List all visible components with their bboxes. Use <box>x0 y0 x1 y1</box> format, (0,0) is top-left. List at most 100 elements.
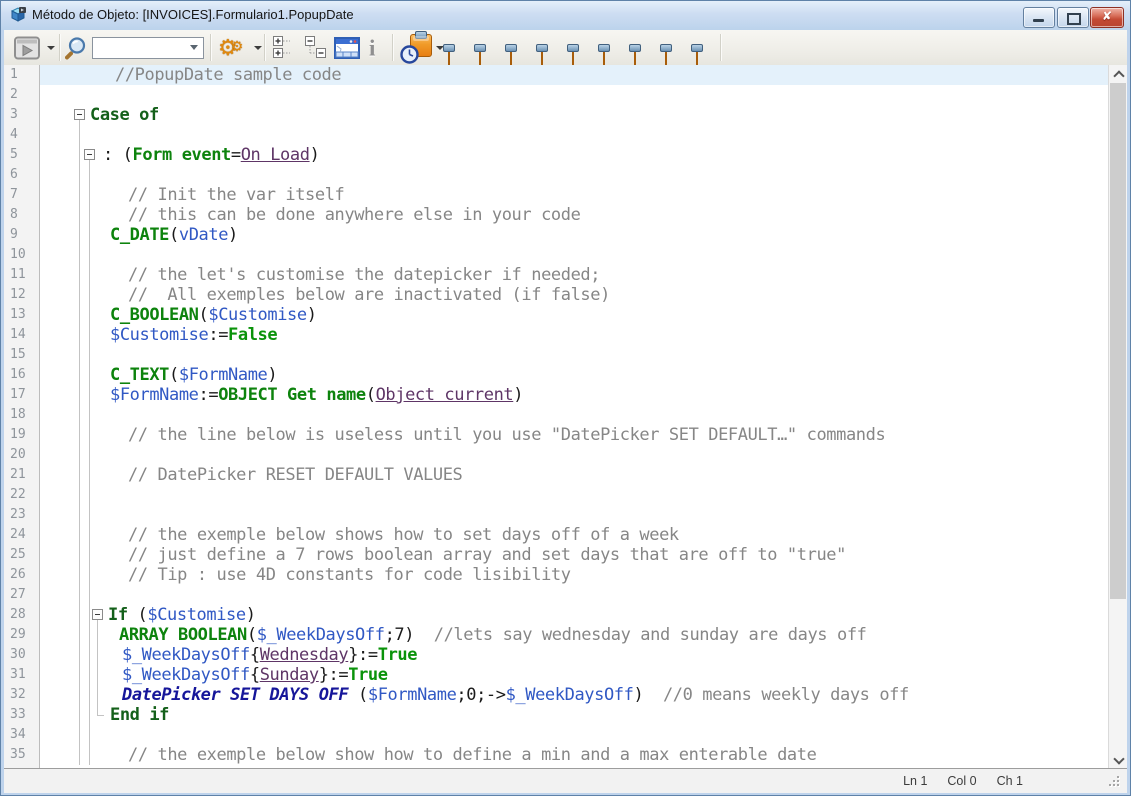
line-number: 32 <box>4 685 39 705</box>
scroll-down-button[interactable] <box>1110 751 1126 768</box>
code-line[interactable]: C_BOOLEAN($Customise) <box>40 305 1109 325</box>
code-line[interactable] <box>40 485 1109 505</box>
line-number: 28 <box>4 605 39 625</box>
code-editor[interactable]: 1234567891011121314151617181920212223242… <box>4 65 1127 768</box>
code-line[interactable] <box>40 245 1109 265</box>
line-number: 18 <box>4 405 39 425</box>
code-line[interactable]: $_WeekDaysOff{Sunday}:=True <box>40 665 1109 685</box>
macros-button[interactable]: ⚙⚙ <box>218 37 243 59</box>
clipboard-clock-button[interactable] <box>400 34 432 62</box>
scrollbar-thumb[interactable] <box>1110 83 1126 599</box>
code-line[interactable]: DatePicker SET DAYS OFF ($FormName;0;->$… <box>40 685 1109 705</box>
clipboard-slot-6[interactable] <box>603 47 605 66</box>
code-line[interactable] <box>40 405 1109 425</box>
code-line[interactable] <box>40 125 1109 145</box>
code-line[interactable] <box>40 85 1109 105</box>
title-bar[interactable]: Método de Objeto: [INVOICES].Formulario1… <box>0 0 1131 30</box>
line-number: 24 <box>4 525 39 545</box>
code-line[interactable]: // this can be done anywhere else in you… <box>40 205 1109 225</box>
code-line[interactable]: // DatePicker RESET DEFAULT VALUES <box>40 465 1109 485</box>
code-line[interactable]: If ($Customise) <box>40 605 1109 625</box>
code-line[interactable]: // just define a 7 rows boolean array an… <box>40 545 1109 565</box>
fold-toggle[interactable] <box>74 109 85 120</box>
code-line[interactable]: // All exemples below are inactivated (i… <box>40 285 1109 305</box>
code-line[interactable] <box>40 585 1109 605</box>
expand-all-button[interactable] <box>272 35 296 61</box>
line-number: 3 <box>4 105 39 125</box>
code-line[interactable]: $FormName:=OBJECT Get name(Object curren… <box>40 385 1109 405</box>
run-options-caret[interactable] <box>47 46 55 50</box>
line-number: 23 <box>4 505 39 525</box>
code-line[interactable]: C_TEXT($FormName) <box>40 365 1109 385</box>
line-number: 11 <box>4 265 39 285</box>
combo-dropdown-icon[interactable] <box>190 45 198 50</box>
line-number: 15 <box>4 345 39 365</box>
line-number: 1 <box>4 65 39 85</box>
code-line[interactable]: $_WeekDaysOff{Wednesday}:=True <box>40 645 1109 665</box>
clipboard-slot-8[interactable] <box>665 47 667 66</box>
close-button[interactable]: ✘ <box>1090 7 1124 28</box>
code-line[interactable]: // the let's customise the datepicker if… <box>40 265 1109 285</box>
line-number: 20 <box>4 445 39 465</box>
method-info-button[interactable]: i <box>369 36 375 59</box>
gear-small-icon: ⚙ <box>231 39 244 53</box>
line-number: 16 <box>4 365 39 385</box>
line-number: 26 <box>4 565 39 585</box>
window-title: Método de Objeto: [INVOICES].Formulario1… <box>32 7 354 22</box>
fold-toggle[interactable] <box>92 609 103 620</box>
line-number: 5 <box>4 145 39 165</box>
expand-all-icon <box>272 35 296 61</box>
code-lines[interactable]: //PopupDate sample code Case of : (Form ev… <box>40 65 1109 768</box>
maximize-button[interactable] <box>1057 7 1089 28</box>
code-line[interactable]: : (Form event=On Load) <box>40 145 1109 165</box>
close-icon: ✘ <box>1091 9 1123 23</box>
clipboard-slot-2[interactable] <box>479 47 481 66</box>
code-line[interactable]: //PopupDate sample code <box>40 65 1109 85</box>
code-line[interactable]: $Customise:=False <box>40 325 1109 345</box>
line-number: 4 <box>4 125 39 145</box>
line-number: 34 <box>4 725 39 745</box>
clipboard-slot-5[interactable] <box>572 47 574 66</box>
code-line[interactable]: // the line below is useless until you u… <box>40 425 1109 445</box>
macros-caret[interactable] <box>254 46 262 50</box>
clipboard-slot-1[interactable] <box>448 47 450 66</box>
code-line[interactable] <box>40 445 1109 465</box>
code-line[interactable]: C_DATE(vDate) <box>40 225 1109 245</box>
code-line[interactable]: // Init the var itself <box>40 185 1109 205</box>
code-line[interactable] <box>40 165 1109 185</box>
vertical-scrollbar[interactable] <box>1108 65 1127 768</box>
clipboard-slots <box>448 47 698 66</box>
clipboard-slot-9[interactable] <box>696 47 698 66</box>
clipboard-slot-7[interactable] <box>634 47 636 66</box>
clipboard-slot-4[interactable] <box>541 47 543 66</box>
fold-toggle[interactable] <box>84 149 95 160</box>
code-line[interactable]: // Tip : use 4D constants for code lisib… <box>40 565 1109 585</box>
line-number: 21 <box>4 465 39 485</box>
line-number: 17 <box>4 385 39 405</box>
code-line[interactable]: ARRAY BOOLEAN($_WeekDaysOff;7) //lets sa… <box>40 625 1109 645</box>
run-method-button[interactable] <box>12 34 44 61</box>
line-number: 22 <box>4 485 39 505</box>
line-number: 27 <box>4 585 39 605</box>
line-number: 10 <box>4 245 39 265</box>
code-line[interactable] <box>40 505 1109 525</box>
resize-grip[interactable] <box>1109 776 1121 788</box>
line-number: 14 <box>4 325 39 345</box>
clipboard-slot-3[interactable] <box>510 47 512 66</box>
code-line[interactable]: Case of <box>40 105 1109 125</box>
run-method-icon <box>12 34 44 61</box>
minimize-button[interactable] <box>1023 7 1055 28</box>
code-line[interactable]: // the exemple below shows how to set da… <box>40 525 1109 545</box>
form-window-button[interactable] <box>334 37 360 59</box>
search-input[interactable] <box>95 39 185 57</box>
code-line[interactable] <box>40 345 1109 365</box>
collapse-all-button[interactable] <box>304 35 328 61</box>
code-line[interactable]: End if <box>40 705 1109 725</box>
scroll-up-button[interactable] <box>1110 65 1126 82</box>
toolbar-separator <box>210 34 211 61</box>
status-bar: Ln 1 Col 0 Ch 1 <box>4 768 1127 793</box>
code-line[interactable]: // the exemple below show how to define … <box>40 745 1109 765</box>
search-combobox[interactable] <box>92 37 204 59</box>
code-line[interactable] <box>40 725 1109 745</box>
gutter-numbers: 1234567891011121314151617181920212223242… <box>4 65 40 768</box>
